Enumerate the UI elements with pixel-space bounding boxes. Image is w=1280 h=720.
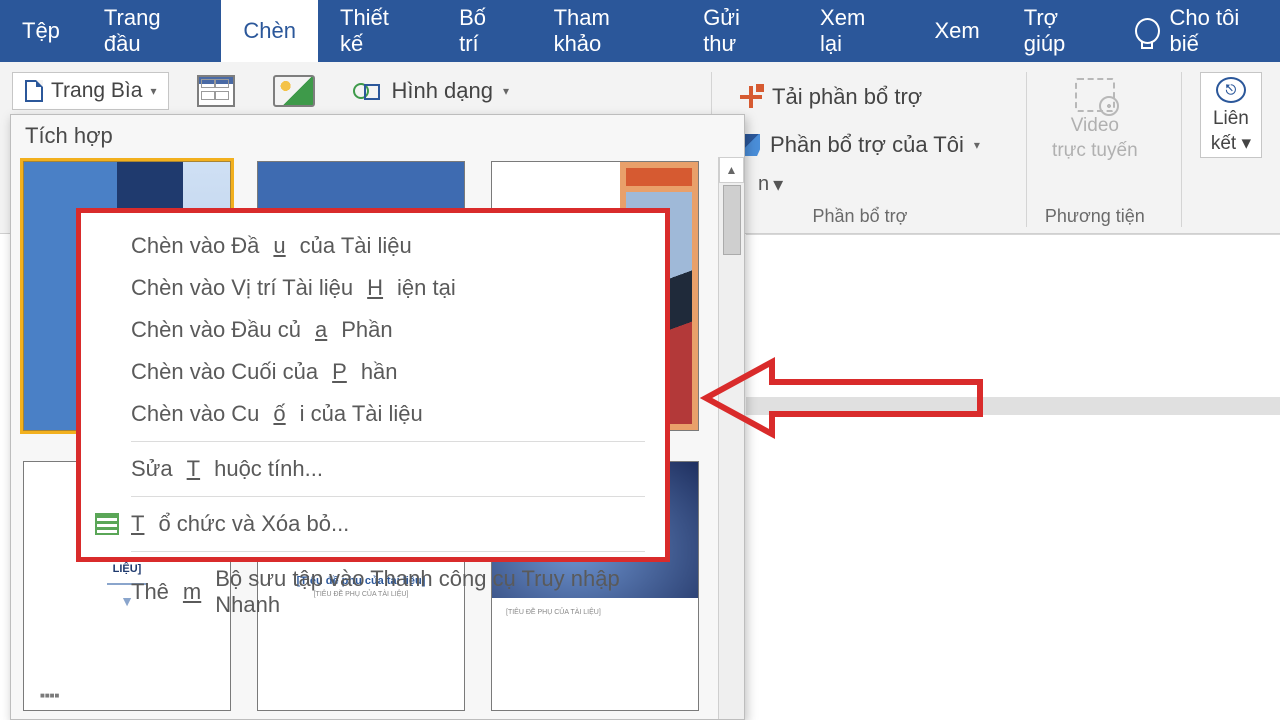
picture-icon: [273, 75, 315, 107]
chevron-down-icon: ▾: [150, 84, 156, 98]
tab-references[interactable]: Tham khảo: [532, 0, 682, 62]
addins-group-label: Phần bổ trợ: [813, 206, 908, 227]
ctx-insert-section-start[interactable]: Chèn vào Đầu của Phần: [87, 309, 659, 351]
my-addins-dropdown[interactable]: Phần bổ trợ của Tôi ▾: [730, 126, 990, 164]
chevron-down-icon: ▾: [773, 172, 783, 197]
links-group: ⎋ Liên kết ▾: [1181, 72, 1268, 227]
online-video-button: Video trực tuyến: [1052, 78, 1138, 162]
video-label-2: trực tuyến: [1052, 141, 1138, 162]
scroll-up-icon[interactable]: ▲: [719, 157, 744, 183]
table-icon: [197, 75, 235, 107]
ctx-edit-properties[interactable]: Sửa Thuộc tính...: [87, 448, 659, 490]
cover-page-label: Trang Bìa: [51, 79, 142, 103]
store-icon: [740, 86, 762, 108]
ctx-add-to-qat[interactable]: Thêm Bộ sưu tập vào Thanh công cụ Truy n…: [87, 558, 659, 626]
tab-layout[interactable]: Bố trí: [437, 0, 531, 62]
organize-icon: [95, 513, 119, 535]
tab-file[interactable]: Tệp: [0, 0, 82, 62]
ribbon-tabs: Tệp Trang đầu Chèn Thiết kế Bố trí Tham …: [0, 0, 1280, 62]
get-addins-button[interactable]: Tải phần bổ trợ: [730, 78, 932, 116]
scroll-thumb[interactable]: [723, 185, 741, 255]
addins-group: Tải phần bổ trợ Phần bổ trợ của Tôi ▾ Ph…: [711, 72, 1008, 227]
pictures-button[interactable]: [263, 72, 325, 110]
video-label-1: Video: [1071, 116, 1119, 137]
link-icon: ⎋: [1216, 77, 1246, 103]
tell-me-label: Cho tôi biế: [1170, 5, 1270, 57]
link-label-1: Liên: [1213, 109, 1249, 128]
tab-design[interactable]: Thiết kế: [318, 0, 437, 62]
cover-page-dropdown[interactable]: Trang Bìa ▾: [12, 72, 169, 110]
tab-mailings[interactable]: Gửi thư: [681, 0, 798, 62]
chevron-down-icon: ▾: [974, 138, 980, 152]
ctx-insert-doc-start[interactable]: Chèn vào Đầu của Tài liệu: [87, 225, 659, 267]
ctx-insert-current-pos[interactable]: Chèn vào Vị trí Tài liệu Hiện tại: [87, 267, 659, 309]
separator: [131, 496, 645, 497]
ctx-insert-section-end[interactable]: Chèn vào Cuối của Phần: [87, 351, 659, 393]
chevron-down-icon: ▾: [1241, 133, 1251, 154]
link-label-2: kết ▾: [1211, 134, 1251, 153]
get-addins-label: Tải phần bổ trợ: [772, 84, 922, 110]
tell-me[interactable]: Cho tôi biế: [1125, 0, 1280, 62]
tab-help[interactable]: Trợ giúp: [1002, 0, 1125, 62]
chevron-down-icon: ▾: [503, 84, 509, 98]
my-addins-label: Phần bổ trợ của Tôi: [770, 132, 964, 158]
ctx-organize-delete[interactable]: Tổ chức và Xóa bỏ...: [87, 503, 659, 545]
tab-insert[interactable]: Chèn: [221, 0, 318, 62]
video-icon: [1075, 78, 1115, 112]
shapes-dropdown[interactable]: Hình dạng ▾: [343, 72, 519, 110]
shapes-icon: [353, 79, 381, 103]
tab-view[interactable]: Xem: [912, 0, 1001, 62]
gallery-section-header: Tích hợp: [11, 115, 744, 157]
separator: [131, 441, 645, 442]
truncated-dropdown[interactable]: n ▾: [758, 172, 783, 197]
separator: [131, 551, 645, 552]
tab-home[interactable]: Trang đầu: [82, 0, 221, 62]
context-menu: Chèn vào Đầu của Tài liệu Chèn vào Vị tr…: [76, 208, 670, 562]
media-group: Video trực tuyến Phương tiện: [1026, 72, 1163, 227]
lightbulb-icon: [1135, 18, 1160, 44]
table-button[interactable]: [187, 72, 245, 110]
media-group-label: Phương tiện: [1045, 206, 1145, 227]
tab-review[interactable]: Xem lại: [798, 0, 912, 62]
gallery-scrollbar[interactable]: ▲: [718, 157, 744, 719]
hyperlink-dropdown[interactable]: ⎋ Liên kết ▾: [1200, 72, 1262, 158]
cover-page-icon: [25, 80, 43, 102]
document-area: [746, 234, 1280, 720]
ctx-insert-doc-end[interactable]: Chèn vào Cuối của Tài liệu: [87, 393, 659, 435]
shapes-label: Hình dạng: [391, 78, 493, 104]
